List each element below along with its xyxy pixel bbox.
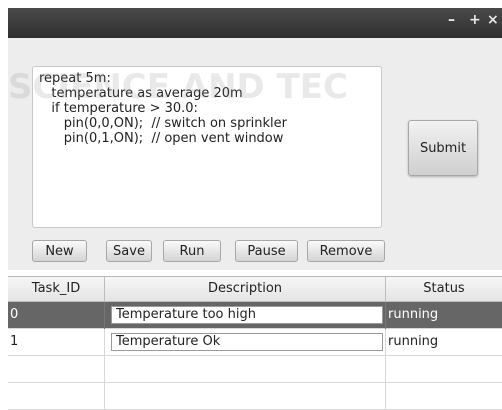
description-cell: [105, 383, 386, 410]
script-editor[interactable]: repeat 5m: temperature as average 20m if…: [32, 66, 382, 228]
task-table: Task_ID Description Status 0 Temperature…: [8, 276, 502, 410]
description-field[interactable]: Temperature Ok: [111, 333, 383, 351]
minimize-button[interactable]: –: [448, 12, 455, 28]
script-line: if temperature > 30.0:: [39, 101, 198, 116]
task-id-cell: 0: [8, 302, 105, 329]
column-header-status[interactable]: Status: [386, 277, 502, 301]
table-row[interactable]: 1 Temperature Ok running: [8, 329, 502, 356]
save-button[interactable]: Save: [106, 240, 152, 262]
window-titlebar: – + ×: [8, 8, 502, 38]
remove-button[interactable]: Remove: [307, 240, 385, 262]
pause-button[interactable]: Pause: [235, 240, 298, 262]
status-cell: running: [388, 307, 439, 322]
task-id-cell: [8, 356, 105, 383]
column-header-description[interactable]: Description: [105, 277, 386, 301]
status-cell: [386, 356, 502, 383]
description-cell: [105, 356, 386, 383]
column-header-task-id[interactable]: Task_ID: [8, 277, 105, 301]
task-id-cell: 1: [8, 329, 105, 356]
maximize-button[interactable]: +: [469, 12, 481, 28]
status-cell: running: [388, 334, 439, 349]
script-line: repeat 5m:: [39, 71, 111, 86]
description-cell: Temperature too high: [105, 302, 386, 329]
table-row[interactable]: [8, 356, 502, 383]
new-button[interactable]: New: [32, 240, 87, 262]
task-id-cell: [8, 383, 105, 410]
run-button[interactable]: Run: [163, 240, 221, 262]
description-cell: Temperature Ok: [105, 329, 386, 356]
table-row[interactable]: 0 Temperature too high running: [8, 302, 502, 329]
editor-panel: repeat 5m: temperature as average 20m if…: [8, 38, 502, 270]
submit-button[interactable]: Submit: [408, 120, 478, 176]
script-line: pin(0,1,ON); // open vent window: [39, 131, 284, 146]
description-field[interactable]: Temperature too high: [111, 306, 383, 324]
script-line: temperature as average 20m: [39, 86, 243, 101]
close-button[interactable]: ×: [487, 12, 499, 28]
table-row[interactable]: [8, 383, 502, 410]
status-cell: [386, 383, 502, 410]
script-line: pin(0,0,ON); // switch on sprinkler: [39, 116, 288, 131]
table-header: Task_ID Description Status: [8, 277, 502, 302]
